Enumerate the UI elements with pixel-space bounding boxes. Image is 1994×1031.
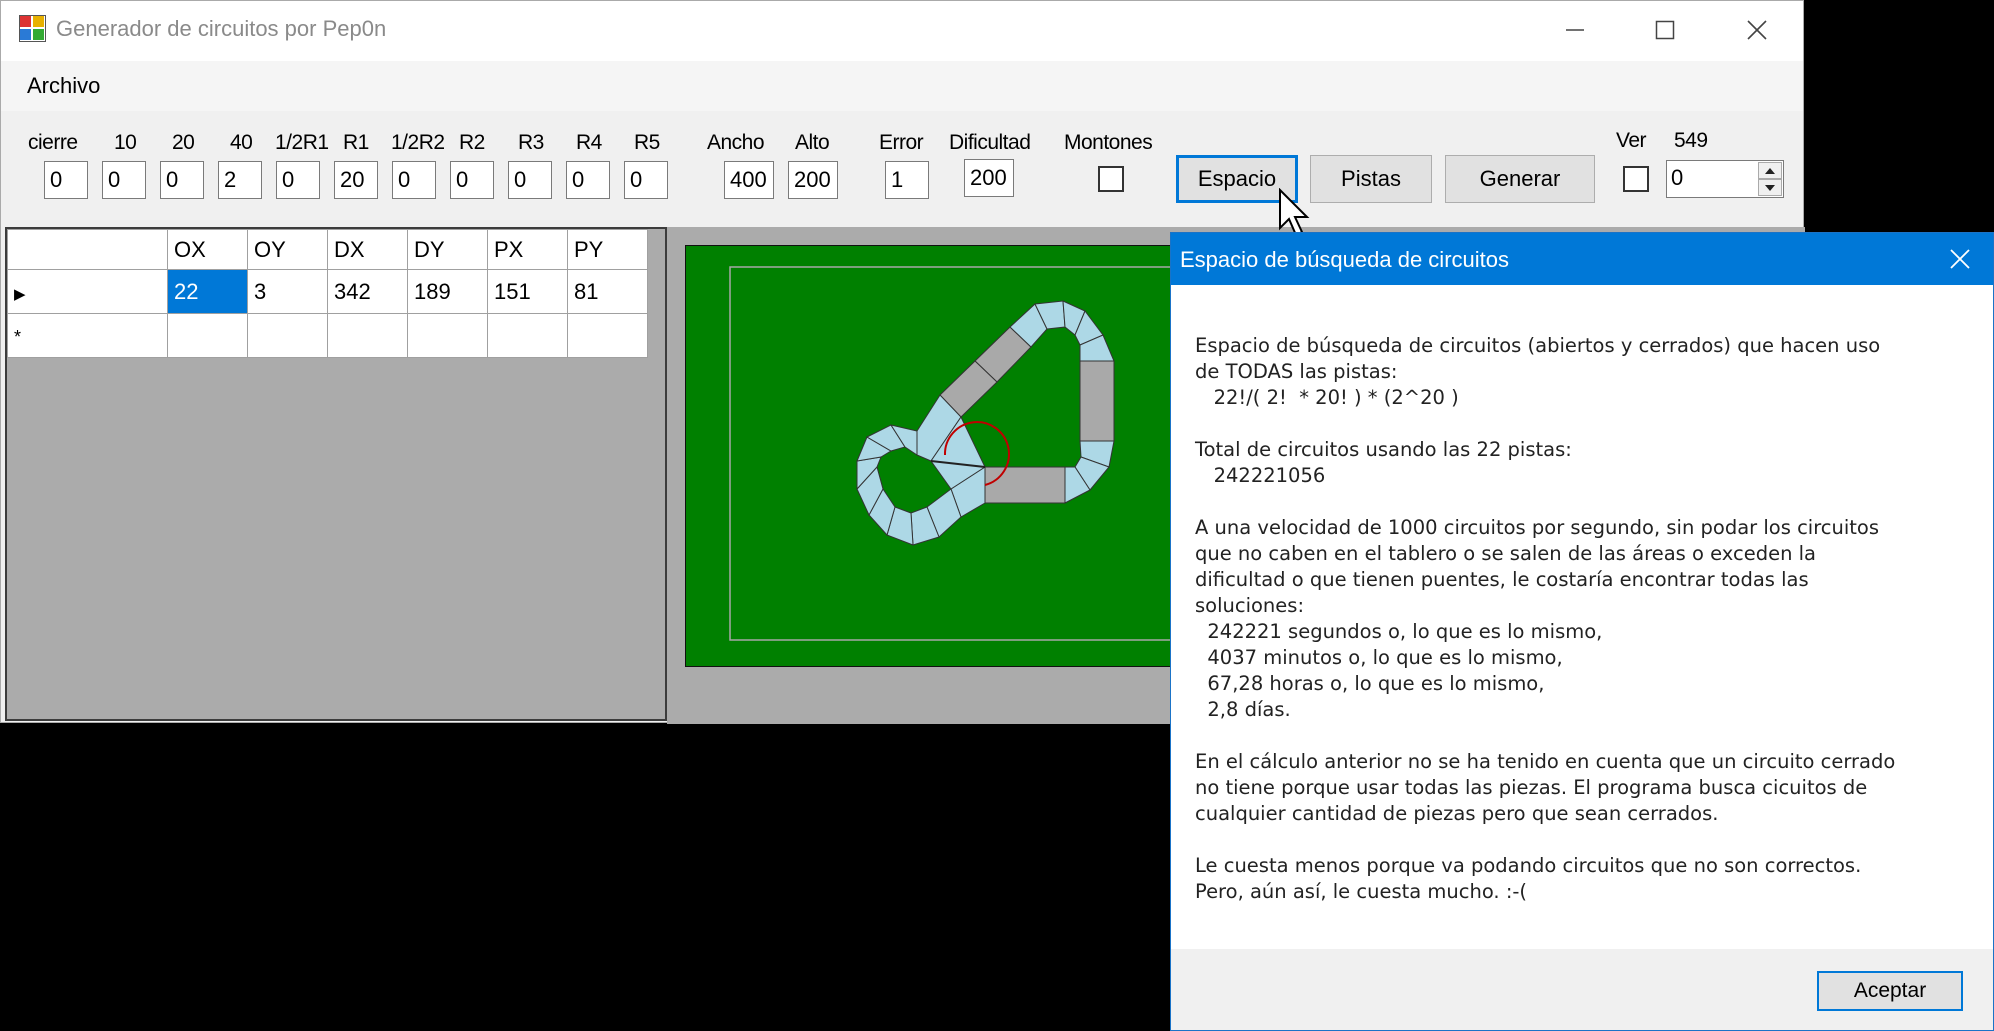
search-space-dialog: Espacio de búsqueda de circuitos Espacio… [1170, 232, 1994, 1031]
track-straight-piece [1079, 360, 1115, 442]
column-header-dy[interactable]: DY [407, 229, 488, 270]
data-grid-table: OX OY DX DY PX PY ▶ 22 3 342 189 151 81 … [7, 229, 648, 358]
app-icon [19, 15, 46, 42]
circuit-board[interactable] [685, 245, 1205, 667]
param-label-40: 40 [230, 131, 253, 154]
close-icon [1950, 249, 1970, 269]
minimize-button[interactable] [1531, 1, 1619, 59]
row-header-current[interactable]: ▶ [7, 269, 168, 314]
montones-checkbox[interactable] [1098, 166, 1124, 192]
new-cell[interactable] [567, 313, 648, 358]
column-header-px[interactable]: PX [487, 229, 568, 270]
close-button[interactable] [1713, 1, 1801, 59]
param-label-ancho: Ancho [707, 131, 765, 154]
cell-px[interactable]: 151 [487, 269, 568, 314]
ver-count: 549 [1674, 129, 1708, 152]
param-input-ancho[interactable]: 400 [724, 161, 774, 199]
param-input-40[interactable]: 2 [218, 161, 262, 199]
montones-label: Montones [1064, 131, 1153, 154]
close-icon [1747, 20, 1767, 40]
grid-header-row: OX OY DX DY PX PY [7, 229, 648, 270]
dialog-message: Espacio de búsqueda de circuitos (abiert… [1195, 334, 1896, 903]
param-label-r1: R1 [343, 131, 369, 154]
column-header-oy[interactable]: OY [247, 229, 328, 270]
cell-dx[interactable]: 342 [327, 269, 408, 314]
new-cell[interactable] [487, 313, 568, 358]
param-input-r2[interactable]: 0 [450, 161, 494, 199]
param-input-alto[interactable]: 200 [788, 161, 838, 199]
maximize-button[interactable] [1621, 1, 1709, 59]
param-label-error: Error [879, 131, 924, 154]
data-grid[interactable]: OX OY DX DY PX PY ▶ 22 3 342 189 151 81 … [5, 227, 667, 721]
ver-numeric-stepper[interactable]: 0 [1666, 160, 1784, 198]
title-bar[interactable]: Generador de circuitos por Pep0n [1, 1, 1803, 61]
arrow-down-icon [1765, 184, 1775, 191]
param-label-half-r2: 1/2R2 [391, 131, 445, 154]
param-label-r2: R2 [459, 131, 485, 154]
aceptar-button[interactable]: Aceptar [1817, 971, 1963, 1011]
param-input-r3[interactable]: 0 [508, 161, 552, 199]
new-cell[interactable] [247, 313, 328, 358]
param-input-cierre[interactable]: 0 [44, 161, 88, 199]
ver-checkbox[interactable] [1623, 166, 1649, 192]
menu-bar: Archivo [1, 61, 1803, 111]
dialog-title: Espacio de búsqueda de circuitos [1180, 247, 1509, 272]
current-row-arrow-icon: ▶ [14, 285, 26, 303]
param-label-r4: R4 [576, 131, 602, 154]
window-title: Generador de circuitos por Pep0n [56, 16, 387, 41]
stepper-up-button[interactable] [1758, 162, 1782, 179]
dialog-close-button[interactable] [1927, 233, 1993, 285]
table-row[interactable]: ▶ 22 3 342 189 151 81 [7, 269, 648, 314]
row-header-new[interactable]: * [7, 313, 168, 358]
param-input-error[interactable]: 1 [885, 161, 929, 199]
param-input-10[interactable]: 0 [102, 161, 146, 199]
param-input-20[interactable]: 0 [160, 161, 204, 199]
param-input-r1[interactable]: 20 [334, 161, 378, 199]
cell-ox[interactable]: 22 [167, 269, 248, 314]
ver-label: Ver [1616, 129, 1647, 152]
new-cell[interactable] [327, 313, 408, 358]
arrow-up-icon [1765, 167, 1775, 174]
column-header-py[interactable]: PY [567, 229, 648, 270]
cell-dy[interactable]: 189 [407, 269, 488, 314]
param-label-cierre: cierre [28, 131, 78, 154]
maximize-icon [1655, 20, 1675, 40]
new-row-asterisk-icon: * [14, 326, 22, 347]
param-label-r3: R3 [518, 131, 544, 154]
generar-button[interactable]: Generar [1445, 155, 1595, 203]
dialog-body: Espacio de búsqueda de circuitos (abiert… [1171, 285, 1993, 949]
minimize-icon [1566, 29, 1584, 31]
param-input-half-r1[interactable]: 0 [276, 161, 320, 199]
new-cell[interactable] [167, 313, 248, 358]
param-label-10: 10 [114, 131, 137, 154]
column-header-dx[interactable]: DX [327, 229, 408, 270]
column-header-ox[interactable]: OX [167, 229, 248, 270]
param-label-20: 20 [172, 131, 195, 154]
cell-py[interactable]: 81 [567, 269, 648, 314]
pistas-button[interactable]: Pistas [1310, 155, 1432, 203]
menu-archivo[interactable]: Archivo [15, 69, 112, 103]
param-input-r4[interactable]: 0 [566, 161, 610, 199]
param-input-dificultad[interactable]: 200 [964, 159, 1014, 197]
param-input-r5[interactable]: 0 [624, 161, 668, 199]
stepper-down-button[interactable] [1758, 179, 1782, 196]
grid-corner-header [7, 229, 168, 270]
ver-value: 0 [1671, 165, 1684, 190]
dialog-title-bar[interactable]: Espacio de búsqueda de circuitos [1171, 233, 1993, 285]
param-label-r5: R5 [634, 131, 660, 154]
param-input-half-r2[interactable]: 0 [392, 161, 436, 199]
track-straight-piece [984, 466, 1066, 504]
param-label-half-r1: 1/2R1 [275, 131, 329, 154]
param-label-dificultad: Dificultad [949, 131, 1031, 154]
cell-oy[interactable]: 3 [247, 269, 328, 314]
new-row[interactable]: * [7, 313, 648, 358]
param-label-alto: Alto [795, 131, 830, 154]
new-cell[interactable] [407, 313, 488, 358]
